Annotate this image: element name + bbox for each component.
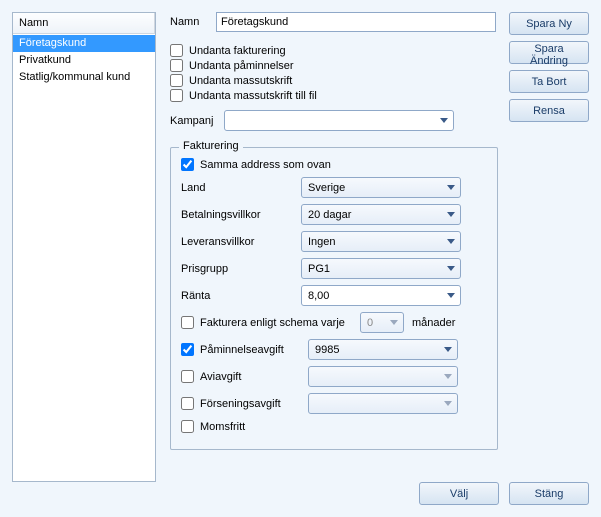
close-button[interactable]: Stäng	[509, 482, 589, 505]
list-header-name[interactable]: Namn	[13, 13, 155, 33]
chevron-down-icon	[443, 180, 458, 195]
list-header[interactable]: Namn	[13, 13, 155, 34]
chevron-down-icon	[443, 207, 458, 222]
interest-input[interactable]: 8,00	[301, 285, 461, 306]
invoicing-legend: Fakturering	[179, 140, 243, 152]
delete-button[interactable]: Ta Bort	[509, 70, 589, 93]
avi-fee-select[interactable]	[308, 366, 458, 387]
chevron-down-icon	[443, 261, 458, 276]
schedule-label: Fakturera enligt schema varje	[200, 317, 360, 329]
campaign-label: Kampanj	[170, 115, 224, 127]
delivery-terms-label: Leveransvillkor	[181, 236, 301, 248]
price-group-select[interactable]: PG1	[301, 258, 461, 279]
chevron-down-icon	[436, 113, 451, 128]
price-group-label: Prisgrupp	[181, 263, 301, 275]
chevron-down-icon	[440, 369, 455, 384]
name-input[interactable]	[216, 12, 496, 32]
same-address-label: Samma address som ovan	[200, 159, 331, 171]
interest-label: Ränta	[181, 290, 301, 302]
late-fee-checkbox[interactable]	[181, 397, 194, 410]
exclude-massprint-checkbox[interactable]	[170, 74, 183, 87]
price-group-value: PG1	[308, 263, 330, 275]
delivery-terms-select[interactable]: Ingen	[301, 231, 461, 252]
schedule-checkbox[interactable]	[181, 316, 194, 329]
reminder-fee-select[interactable]: 9985	[308, 339, 458, 360]
vat-free-label: Momsfritt	[200, 421, 245, 433]
chevron-down-icon	[386, 315, 401, 330]
chevron-down-icon	[443, 288, 458, 303]
same-address-checkbox[interactable]	[181, 158, 194, 171]
list-item[interactable]: Företagskund	[13, 35, 155, 52]
reminder-fee-value: 9985	[315, 344, 339, 356]
reminder-fee-checkbox[interactable]	[181, 343, 194, 356]
schedule-months-select[interactable]: 0	[360, 312, 404, 333]
schedule-value: 0	[367, 317, 373, 329]
country-value: Sverige	[308, 182, 345, 194]
customer-type-list: Namn Företagskund Privatkund Statlig/kom…	[12, 12, 156, 482]
chevron-down-icon	[443, 234, 458, 249]
reminder-fee-label: Påminnelseavgift	[200, 344, 308, 356]
exclude-massprint-file-label: Undanta massutskrift till fil	[189, 90, 317, 102]
clear-button[interactable]: Rensa	[509, 99, 589, 122]
interest-value: 8,00	[308, 290, 329, 302]
country-label: Land	[181, 182, 301, 194]
exclude-massprint-file-checkbox[interactable]	[170, 89, 183, 102]
name-label: Namn	[170, 16, 216, 28]
avi-fee-checkbox[interactable]	[181, 370, 194, 383]
chevron-down-icon	[440, 396, 455, 411]
delivery-terms-value: Ingen	[308, 236, 336, 248]
exclude-massprint-label: Undanta massutskrift	[189, 75, 292, 87]
country-select[interactable]: Sverige	[301, 177, 461, 198]
avi-fee-label: Aviavgift	[200, 371, 308, 383]
save-change-button[interactable]: Spara Ändring	[509, 41, 589, 64]
late-fee-select[interactable]	[308, 393, 458, 414]
vat-free-checkbox[interactable]	[181, 420, 194, 433]
exclude-billing-label: Undanta fakturering	[189, 45, 286, 57]
exclude-billing-checkbox[interactable]	[170, 44, 183, 57]
list-item[interactable]: Privatkund	[13, 52, 155, 69]
payment-terms-select[interactable]: 20 dagar	[301, 204, 461, 225]
invoicing-fieldset: Fakturering Samma address som ovan Land …	[170, 147, 498, 450]
payment-terms-label: Betalningsvillkor	[181, 209, 301, 221]
exclude-reminder-label: Undanta påminnelser	[189, 60, 294, 72]
campaign-select[interactable]	[224, 110, 454, 131]
late-fee-label: Förseningsavgift	[200, 398, 308, 410]
chevron-down-icon	[440, 342, 455, 357]
exclude-reminder-checkbox[interactable]	[170, 59, 183, 72]
payment-terms-value: 20 dagar	[308, 209, 351, 221]
list-item[interactable]: Statlig/kommunal kund	[13, 69, 155, 86]
choose-button[interactable]: Välj	[419, 482, 499, 505]
save-new-button[interactable]: Spara Ny	[509, 12, 589, 35]
schedule-suffix: månader	[412, 317, 455, 329]
